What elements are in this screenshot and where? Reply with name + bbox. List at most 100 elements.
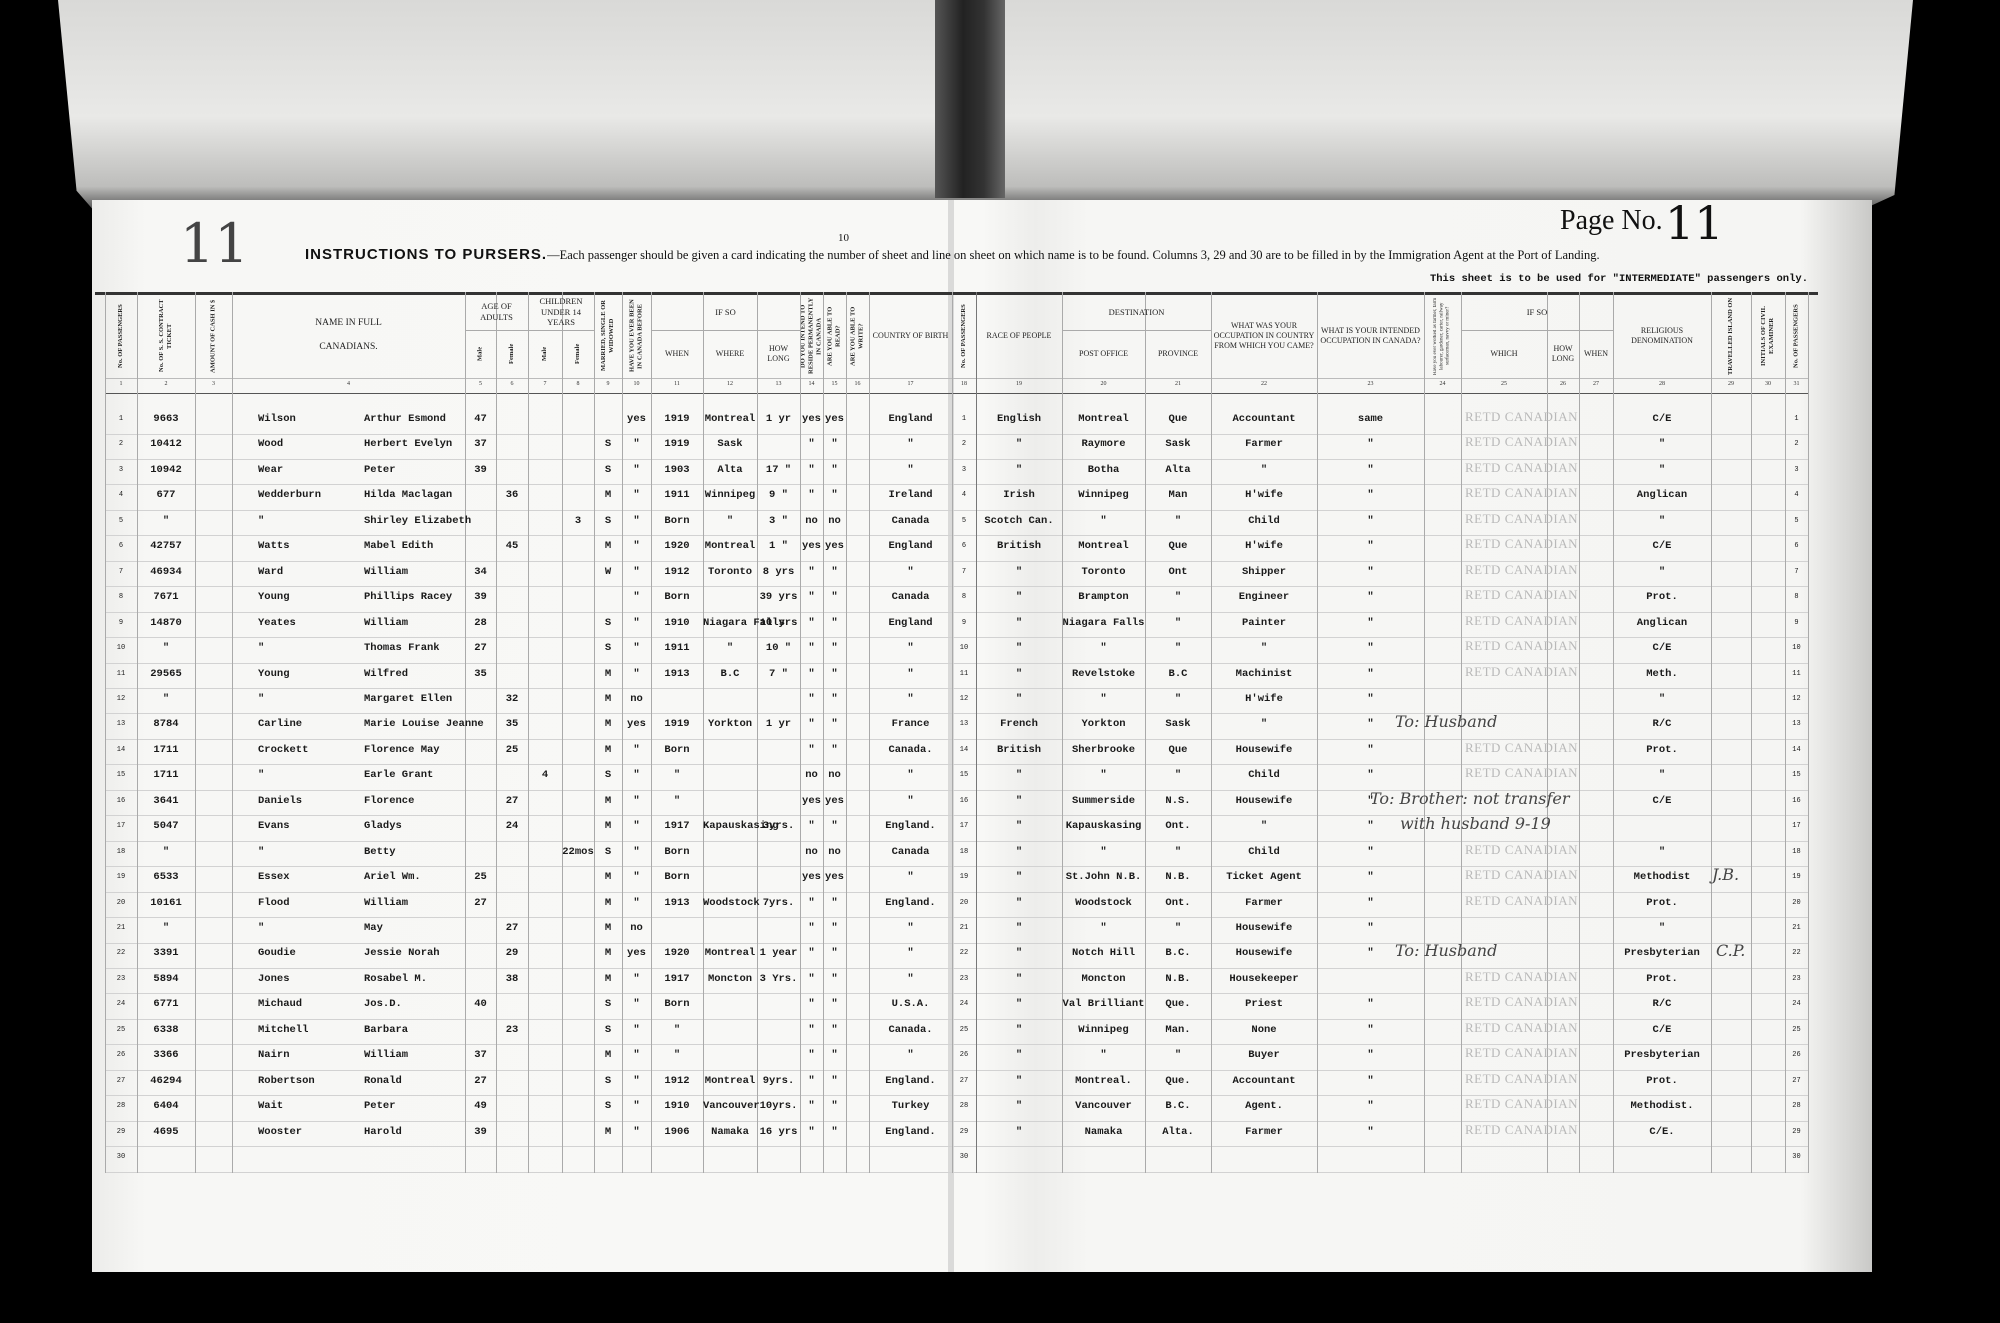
cell-post-office: "	[1100, 922, 1107, 934]
cell-occ-int: "	[1367, 845, 1374, 858]
cell-reside: "	[808, 438, 815, 451]
cell-religion	[1613, 818, 1711, 834]
cell-before: "	[633, 667, 640, 680]
row-number: 27	[116, 1076, 126, 1085]
cell-marital: S	[604, 438, 612, 451]
cell-age-f	[496, 844, 528, 860]
cell-read: "	[831, 922, 838, 934]
cell-ch-f	[562, 691, 594, 707]
cell-race: "	[1015, 769, 1023, 782]
column-number: 5	[479, 381, 482, 387]
cell-where	[703, 793, 757, 809]
row-number: 8	[1794, 593, 1799, 602]
cell-before: "	[633, 463, 640, 476]
handwritten-note: J.B.	[1712, 865, 1740, 885]
column-number: 30	[1765, 381, 1771, 387]
instructions: INSTRUCTIONS TO PURSERS.—Each passenger …	[305, 246, 1600, 264]
cell-age-f: 36	[505, 489, 519, 502]
cell-ticket: 8784	[153, 718, 179, 731]
cell-ch-m	[528, 487, 562, 503]
cell-age-m: 27	[474, 1074, 487, 1087]
cell-marital	[594, 589, 622, 605]
cell-read: "	[831, 591, 838, 604]
cell-surname: Robertson	[258, 1074, 315, 1087]
cell-ch-f	[562, 920, 594, 936]
cell-ticket: 7671	[153, 591, 179, 604]
cell-read: "	[831, 998, 838, 1011]
group-rule	[651, 330, 800, 331]
cell-province: Alta	[1165, 463, 1191, 476]
cell-country: England	[888, 413, 933, 425]
cell-write	[846, 895, 869, 911]
column-header: WHAT WAS YOUR OCCUPATION IN COUNTRY FROM…	[1213, 321, 1315, 350]
cell-marital: M	[604, 743, 612, 756]
cell-write	[846, 640, 869, 656]
cell-surname: Mitchell	[258, 1023, 309, 1036]
cell-how-long	[757, 436, 800, 452]
retd-canadian-stamp: RETD CANADIAN	[1465, 409, 1579, 424]
cell-surname: Wilson	[258, 413, 296, 425]
column-header: DO YOU INTEND TO RESIDE PERMANENTLY IN C…	[801, 297, 822, 375]
cell-ch-m	[528, 436, 562, 452]
cell-read: yes	[825, 413, 844, 425]
retd-canadian-stamp: RETD CANADIAN	[1465, 1045, 1579, 1061]
row-rule	[105, 1171, 1808, 1173]
row-number: 26	[959, 1051, 969, 1060]
row-number: 20	[116, 898, 126, 907]
cell-race: "	[1015, 591, 1023, 604]
cell-age-f	[496, 1124, 528, 1140]
cell-marital: S	[604, 845, 612, 858]
row-number: 20	[959, 898, 969, 907]
row-number: 11	[116, 669, 126, 678]
cell-when: Born	[664, 591, 690, 604]
cell-country: "	[907, 947, 914, 960]
cell-where: Yorkton	[707, 718, 753, 731]
cell-when: 1913	[664, 896, 690, 909]
page-no-value: 11	[1665, 196, 1724, 250]
cell-given-name: Shirley Elizabeth	[364, 514, 472, 527]
cell-age-m	[465, 1149, 496, 1165]
cell-ch-f	[562, 895, 594, 911]
cell-when	[651, 1149, 703, 1165]
cell-marital: S	[604, 1100, 612, 1113]
cell-occ-prev: None	[1251, 1023, 1277, 1036]
cell-post-office: Yorkton	[1081, 718, 1126, 731]
column-number: 17	[907, 381, 914, 387]
row-number: 9	[961, 618, 967, 627]
column-number: 22	[1261, 381, 1267, 387]
retd-canadian-stamp: RETD CANADIAN	[1465, 561, 1579, 577]
cell-marital: M	[604, 1125, 612, 1138]
cell-province: N.S.	[1165, 794, 1191, 807]
cell-ticket: 1711	[153, 769, 179, 782]
row-number: 8	[961, 593, 967, 602]
cell-age-f	[496, 640, 528, 656]
cell-province: B.C.	[1165, 1100, 1191, 1113]
cell-read: "	[831, 947, 838, 960]
cell-age-m: 39	[474, 1125, 487, 1138]
cell-province: Man.	[1165, 1023, 1191, 1036]
column-number: 19	[1016, 381, 1022, 387]
column-number: 9	[606, 381, 610, 387]
cell-country: Canada	[891, 514, 930, 527]
cell-where: Namaka	[711, 1125, 749, 1138]
cell-reside: "	[808, 463, 815, 476]
cell-given-name: Wilfred	[364, 667, 409, 680]
handwritten-note: To: Brother: not transfer	[1370, 788, 1570, 808]
cell-age-m	[465, 844, 496, 860]
cell-ch-m	[528, 920, 562, 936]
cell-when: 1912	[664, 565, 690, 578]
cell-province: Sask	[1165, 438, 1191, 451]
cell-before: "	[633, 1100, 640, 1113]
cell-religion: Presbyterian	[1624, 947, 1700, 960]
retd-canadian-stamp: RETD CANADIAN	[1465, 612, 1579, 628]
column-number: 25	[1501, 381, 1507, 387]
cell-before: no	[630, 692, 643, 705]
cell-reside: "	[808, 947, 815, 960]
cell-when: Born	[664, 514, 690, 527]
cell-religion: "	[1658, 692, 1666, 705]
cell-ch-m	[528, 589, 562, 605]
cell-country: Turkey	[891, 1100, 930, 1113]
row-number: 1	[118, 415, 124, 423]
cell-age-f	[496, 895, 528, 911]
cell-age-f	[496, 564, 528, 580]
